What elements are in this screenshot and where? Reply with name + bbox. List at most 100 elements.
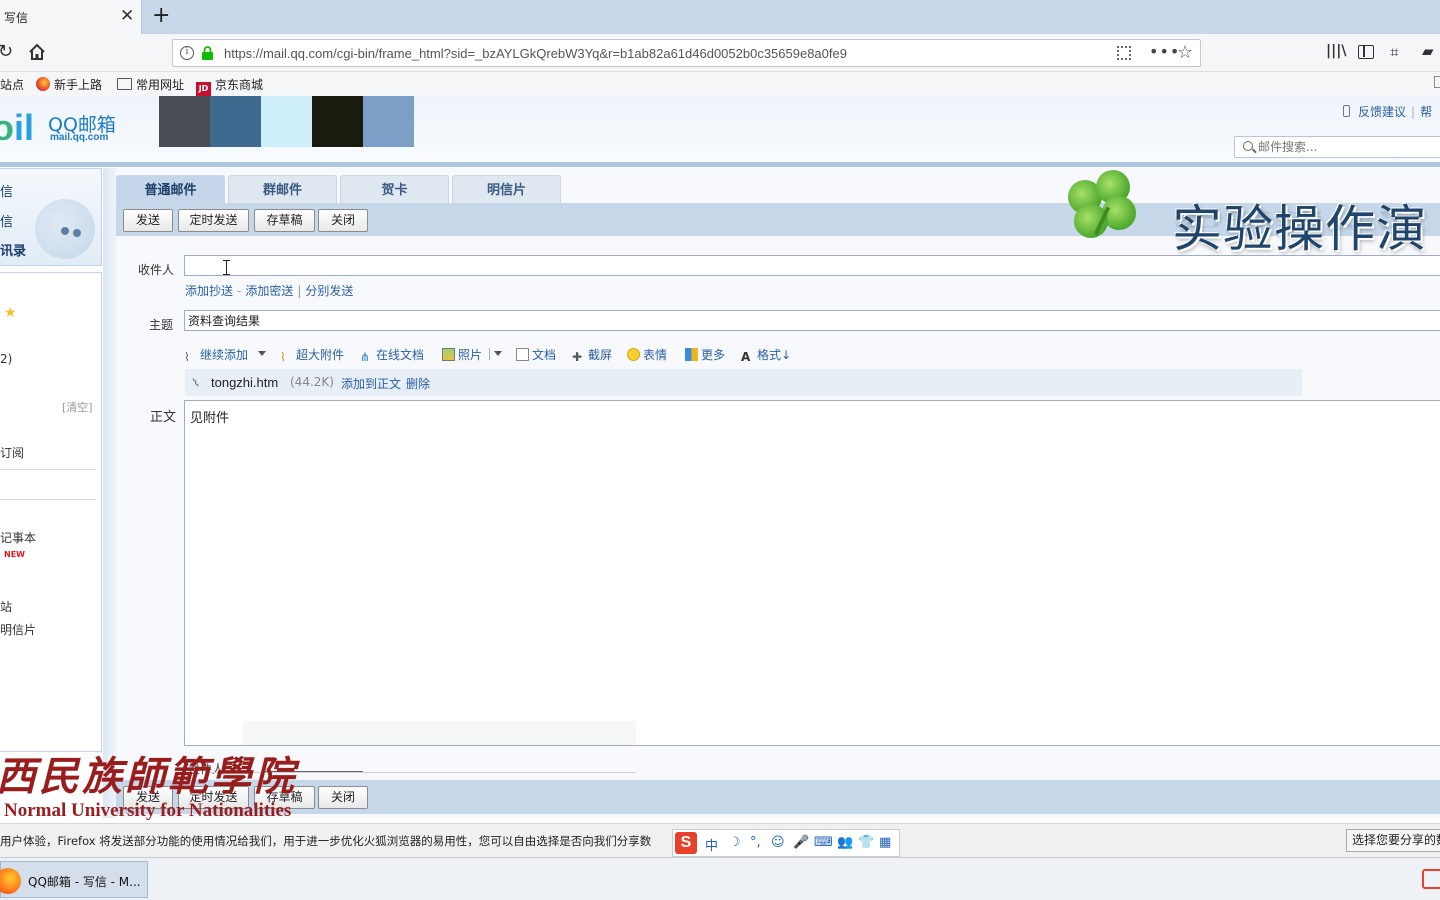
document-button[interactable]: 文档	[516, 346, 556, 363]
mail-body-editor[interactable]: 见附件	[184, 400, 1440, 746]
sidebar-item-notes[interactable]: 记事本	[0, 529, 36, 546]
close-button-bottom[interactable]: 关闭	[318, 786, 368, 809]
choose-share-button[interactable]: 选择您要分享的数	[1346, 829, 1440, 852]
toolbox-icon[interactable]: ▦	[879, 835, 891, 850]
sogou-logo-icon[interactable]: S	[675, 832, 697, 854]
emoji-button[interactable]: 表情	[627, 346, 667, 363]
tab-normal-mail[interactable]: 普通邮件	[116, 175, 225, 203]
subject-field[interactable]	[184, 310, 1440, 331]
large-attachment-button[interactable]: ⌇ 超大附件	[280, 346, 345, 364]
microphone-icon[interactable]: 🎤	[793, 835, 809, 850]
photo-button[interactable]: 照片	[442, 346, 482, 363]
online-doc-button[interactable]: ⋔ 在线文档	[360, 346, 424, 364]
info-icon[interactable]: i	[180, 46, 194, 60]
taskbar: QQ邮箱 - 写信 - M...	[0, 857, 1440, 900]
new-tab-icon[interactable]: +	[152, 4, 170, 28]
save-draft-button[interactable]: 存草稿	[254, 209, 315, 232]
lock-icon[interactable]	[201, 46, 214, 60]
sidebar-item-postcard[interactable]: 明信片	[0, 621, 36, 638]
send-button[interactable]: 发送	[123, 209, 173, 232]
search-icon[interactable]	[1243, 141, 1253, 151]
browser-tab-compose[interactable]: 写信 ✕	[0, 0, 142, 34]
university-watermark-en: i Normal University for Nationalities	[0, 800, 292, 821]
theme-swatch[interactable]	[363, 96, 414, 147]
bookmarks-bar: 站点 新手上路 常用网址 JD 京东商城	[0, 72, 1440, 96]
paperclip-icon: ⌇	[189, 375, 202, 391]
bookmark-star-icon[interactable]: ☆	[1177, 42, 1193, 63]
screenshot-icon[interactable]: ⌗	[1390, 43, 1398, 61]
users-icon[interactable]: 👥	[837, 835, 853, 850]
text-cursor	[223, 260, 230, 275]
header-links: 反馈建议 | 帮	[1358, 105, 1433, 119]
url-text[interactable]: https://mail.qq.com/cgi-bin/frame_html?s…	[224, 46, 847, 61]
tab-postcard[interactable]: 明信片	[452, 175, 561, 203]
close-button[interactable]: 关闭	[318, 209, 368, 232]
qqmail-logo-icon[interactable]: oil	[0, 110, 34, 146]
sogou-tray-icon[interactable]	[1422, 869, 1440, 889]
theme-swatch[interactable]	[210, 96, 261, 147]
crop-icon: ✚	[572, 350, 583, 364]
recipient-options: 添加抄送 - 添加密送 | 分别发送	[185, 284, 354, 298]
add-to-body-link[interactable]: 添加到正文	[341, 375, 401, 392]
sidebar-item-subscriptions[interactable]: 订阅	[0, 444, 24, 461]
chat-icon[interactable]: ▰	[1422, 42, 1434, 60]
tab-title: 写信	[4, 11, 29, 25]
add-attachment-button[interactable]: ⌇ 继续添加	[184, 346, 249, 364]
add-cc-link[interactable]: 添加抄送	[185, 284, 233, 298]
tab-group-mail[interactable]: 群邮件	[228, 175, 337, 203]
chevron-down-icon[interactable]	[258, 351, 266, 356]
theme-swatch[interactable]	[159, 96, 210, 147]
feedback-link[interactable]: 反馈建议	[1358, 105, 1406, 119]
url-bar[interactable]: i https://mail.qq.com/cgi-bin/frame_html…	[172, 39, 1201, 67]
sidebar-item-contacts[interactable]: 讯录	[0, 240, 26, 259]
sidebar-item-inbox[interactable]: 信	[0, 211, 13, 230]
keyboard-icon[interactable]: ⌨	[814, 835, 833, 850]
star-icon[interactable]: ★	[4, 305, 17, 321]
compose-toolbar-bottom: 发送 定时发送 存草稿 关闭	[116, 780, 1440, 814]
format-button[interactable]: A 格式↓	[741, 346, 791, 364]
paperclip-gold-icon: ⌇	[280, 350, 286, 364]
sidebar-item-count[interactable]: 2)	[0, 352, 12, 366]
home-icon[interactable]	[27, 42, 47, 62]
taskbar-item-firefox[interactable]: QQ邮箱 - 写信 - M...	[0, 861, 148, 898]
punctuation-icon[interactable]: °,	[750, 835, 761, 850]
theme-swatch[interactable]	[261, 96, 312, 147]
chinese-mode-icon[interactable]: 中	[705, 835, 718, 854]
bookmark-jd[interactable]: JD 京东商城	[196, 76, 263, 96]
tool-label: 继续添加	[200, 348, 249, 362]
mail-search-input[interactable]	[1258, 140, 1440, 154]
mascot-eye	[61, 227, 69, 235]
library-icon[interactable]: |||\	[1326, 43, 1346, 59]
bookmark-sites[interactable]: 站点	[0, 76, 24, 93]
more-actions-icon[interactable]: •••	[1149, 42, 1180, 61]
tool-label: 超大附件	[296, 348, 345, 362]
reload-icon[interactable]: ↻	[0, 41, 13, 62]
help-link[interactable]: 帮	[1420, 105, 1432, 119]
close-icon[interactable]: ✕	[120, 6, 134, 26]
moon-icon[interactable]: ☽	[729, 835, 741, 850]
delete-attachment-link[interactable]: 删除	[406, 375, 430, 392]
sidebar-item-write[interactable]: 信	[0, 181, 13, 200]
bookmark-common-sites[interactable]: 常用网址	[117, 76, 184, 93]
scheduled-send-button[interactable]: 定时发送	[178, 209, 249, 232]
logo-domain: mail.qq.com	[50, 132, 109, 143]
screenshot-button[interactable]: ✚ 截屏	[572, 346, 612, 364]
clear-link[interactable]: [清空]	[62, 399, 93, 415]
qr-code-icon[interactable]	[1117, 46, 1131, 60]
more-button[interactable]: 更多	[685, 346, 725, 363]
share-nodes-icon: ⋔	[360, 350, 371, 364]
sidebar-divider	[0, 499, 96, 500]
mobile-icon[interactable]	[1343, 105, 1350, 117]
tab-greeting-card[interactable]: 贺卡	[340, 175, 449, 203]
other-bookmarks-icon[interactable]	[1434, 76, 1440, 88]
separate-send-link[interactable]: 分别发送	[305, 284, 353, 298]
skin-icon[interactable]: 👕	[858, 835, 874, 850]
sidebar-toggle-icon[interactable]	[1358, 45, 1374, 59]
sidebar-item-station[interactable]: 站	[0, 598, 12, 615]
smiley-icon[interactable]: ☺	[771, 835, 785, 850]
chevron-down-icon[interactable]	[494, 351, 502, 356]
theme-swatch[interactable]	[312, 96, 363, 147]
bookmark-getting-started[interactable]: 新手上路	[36, 76, 102, 93]
add-bcc-link[interactable]: 添加密送	[245, 284, 293, 298]
mail-search-box[interactable]	[1234, 136, 1440, 158]
